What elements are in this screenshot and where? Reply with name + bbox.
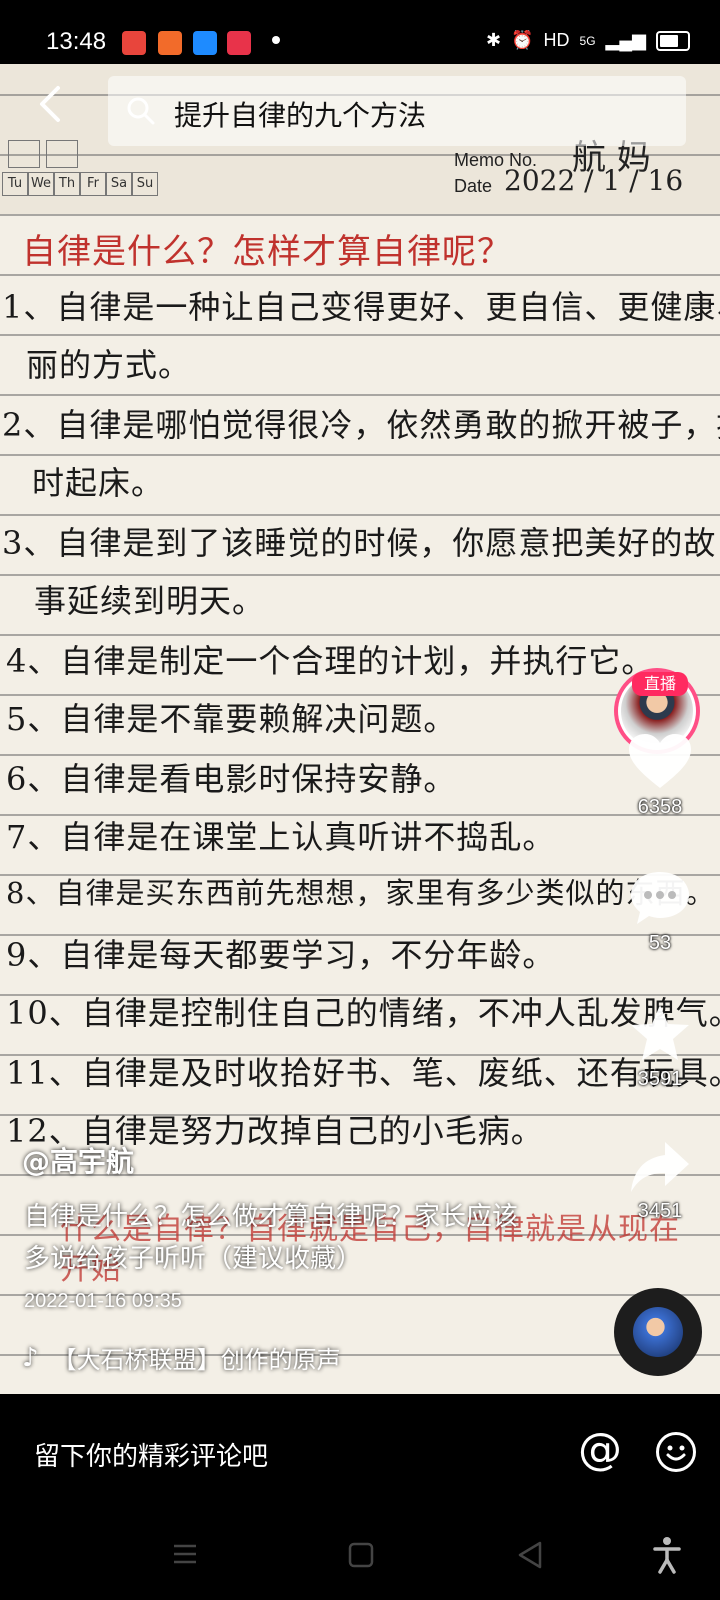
favorite-button[interactable]: 3591	[620, 1002, 700, 1091]
music-row[interactable]: ♪ 【大石桥联盟】创作的原声	[22, 1340, 341, 1375]
favorite-count: 3591	[637, 1068, 683, 1090]
top-bar: 提升自律的九个方法	[0, 64, 720, 156]
music-disc[interactable]	[614, 1288, 702, 1376]
star-icon	[631, 1005, 689, 1060]
accessibility-icon[interactable]	[652, 1536, 682, 1574]
like-count: 6358	[637, 796, 683, 818]
browser-icon	[193, 31, 217, 55]
notebook-line: 1、自律是一种让自己变得更好、更自信、更健康、更美	[2, 288, 720, 326]
notebook-line: 11、自律是及时收拾好书、笔、废纸、还有玩具。	[6, 1054, 720, 1092]
bluetooth-icon: ✱	[486, 30, 502, 50]
status-time: 13:48	[46, 28, 107, 55]
search-icon	[127, 97, 155, 125]
weekday: Fr	[80, 172, 106, 196]
smile-icon	[666, 1445, 686, 1461]
notebook-line: 3、自律是到了该睡觉的时候，你愿意把美好的故	[2, 524, 717, 562]
comment-button[interactable]: 53	[620, 868, 700, 955]
live-badge: 直播	[632, 672, 688, 696]
notebook-title: 自律是什么？怎样才算自律呢？	[22, 232, 512, 272]
video-frame[interactable]: Tu We Th Fr Sa Su Memo No. 航 妈 Date 2022…	[0, 64, 720, 1394]
weibo-icon	[122, 31, 146, 55]
comment-input[interactable]: 留下你的精彩评论吧	[34, 1436, 268, 1473]
notebook-line: 2、自律是哪怕觉得很冷，依然勇敢的掀开被子，按	[2, 406, 720, 444]
back-arrow-icon	[40, 86, 60, 122]
menu-icon[interactable]	[172, 1542, 198, 1566]
notebook-line: 4、自律是制定一个合理的计划，并执行它。	[6, 642, 655, 680]
like-button[interactable]: 6358	[620, 732, 700, 819]
comment-icon	[631, 872, 689, 924]
share-icon	[631, 1142, 689, 1192]
back-nav-icon[interactable]	[516, 1540, 544, 1570]
flower-app-icon	[158, 31, 182, 55]
mention-button[interactable]: @	[578, 1424, 622, 1475]
notebook-line: 时起床。	[32, 464, 165, 502]
notification-dot	[272, 36, 280, 44]
system-nav-bar	[0, 1514, 720, 1600]
weekday: Sa	[106, 172, 132, 196]
network-label: HD	[543, 30, 570, 50]
author-name[interactable]: @高宇航	[22, 1140, 134, 1180]
notebook-line: 8、自律是买东西前先想想，家里有多少类似的东西。	[6, 876, 716, 910]
notebook-line: 6、自律是看电影时保持安静。	[6, 760, 457, 798]
share-button[interactable]: 3451	[620, 1138, 700, 1223]
heart-app-icon	[227, 31, 251, 55]
notebook-line: 丽的方式。	[26, 346, 192, 384]
battery-icon	[656, 30, 690, 51]
weekday: We	[28, 172, 54, 196]
post-timestamp: 2022-01-16 09:35	[24, 1290, 182, 1312]
notebook-line: 10、自律是控制住自己的情绪，不冲人乱发脾气。	[6, 994, 720, 1032]
notebook-line: 事延续到明天。	[34, 582, 266, 620]
date-label: Date	[454, 176, 493, 196]
status-bar: 13:48 ✱ ⏰ HD 5G ▂▄▆	[0, 0, 720, 64]
weekday: Th	[54, 172, 80, 196]
share-count: 3451	[637, 1200, 683, 1222]
music-note-icon: ♪	[22, 1342, 39, 1373]
music-cover	[633, 1307, 683, 1357]
notebook-line: 9、自律是每天都要学习，不分年龄。	[6, 936, 556, 974]
weekday-boxes: Tu We Th Fr Sa Su	[2, 172, 158, 196]
weekday: Su	[132, 172, 158, 196]
back-button[interactable]	[30, 82, 74, 126]
music-title: 【大石桥联盟】创作的原声	[52, 1346, 341, 1374]
status-indicators: ✱ ⏰ HD 5G ▂▄▆	[486, 30, 690, 51]
comment-count: 53	[648, 932, 672, 954]
video-description: 自律是什么？怎么做才算自律呢？家长应该多说给孩子听听（建议收藏）	[24, 1202, 519, 1274]
heart-icon	[629, 734, 691, 788]
signal-icon: 5G	[579, 33, 596, 48]
alarm-icon: ⏰	[511, 30, 534, 50]
emoji-icon[interactable]	[656, 1432, 696, 1472]
notebook-line: 7、自律是在课堂上认真听讲不捣乱。	[6, 818, 556, 856]
comment-bar: 留下你的精彩评论吧 @	[0, 1394, 720, 1514]
weekday: Tu	[2, 172, 28, 196]
search-query: 提升自律的九个方法	[174, 99, 427, 132]
date-value: 2022 / 1 / 16	[504, 164, 684, 197]
notebook-line: 5、自律是不靠要赖解决问题。	[6, 700, 457, 738]
home-icon[interactable]	[348, 1542, 374, 1568]
signal-bars-icon: ▂▄▆	[605, 30, 646, 50]
search-bar[interactable]: 提升自律的九个方法	[108, 76, 686, 146]
